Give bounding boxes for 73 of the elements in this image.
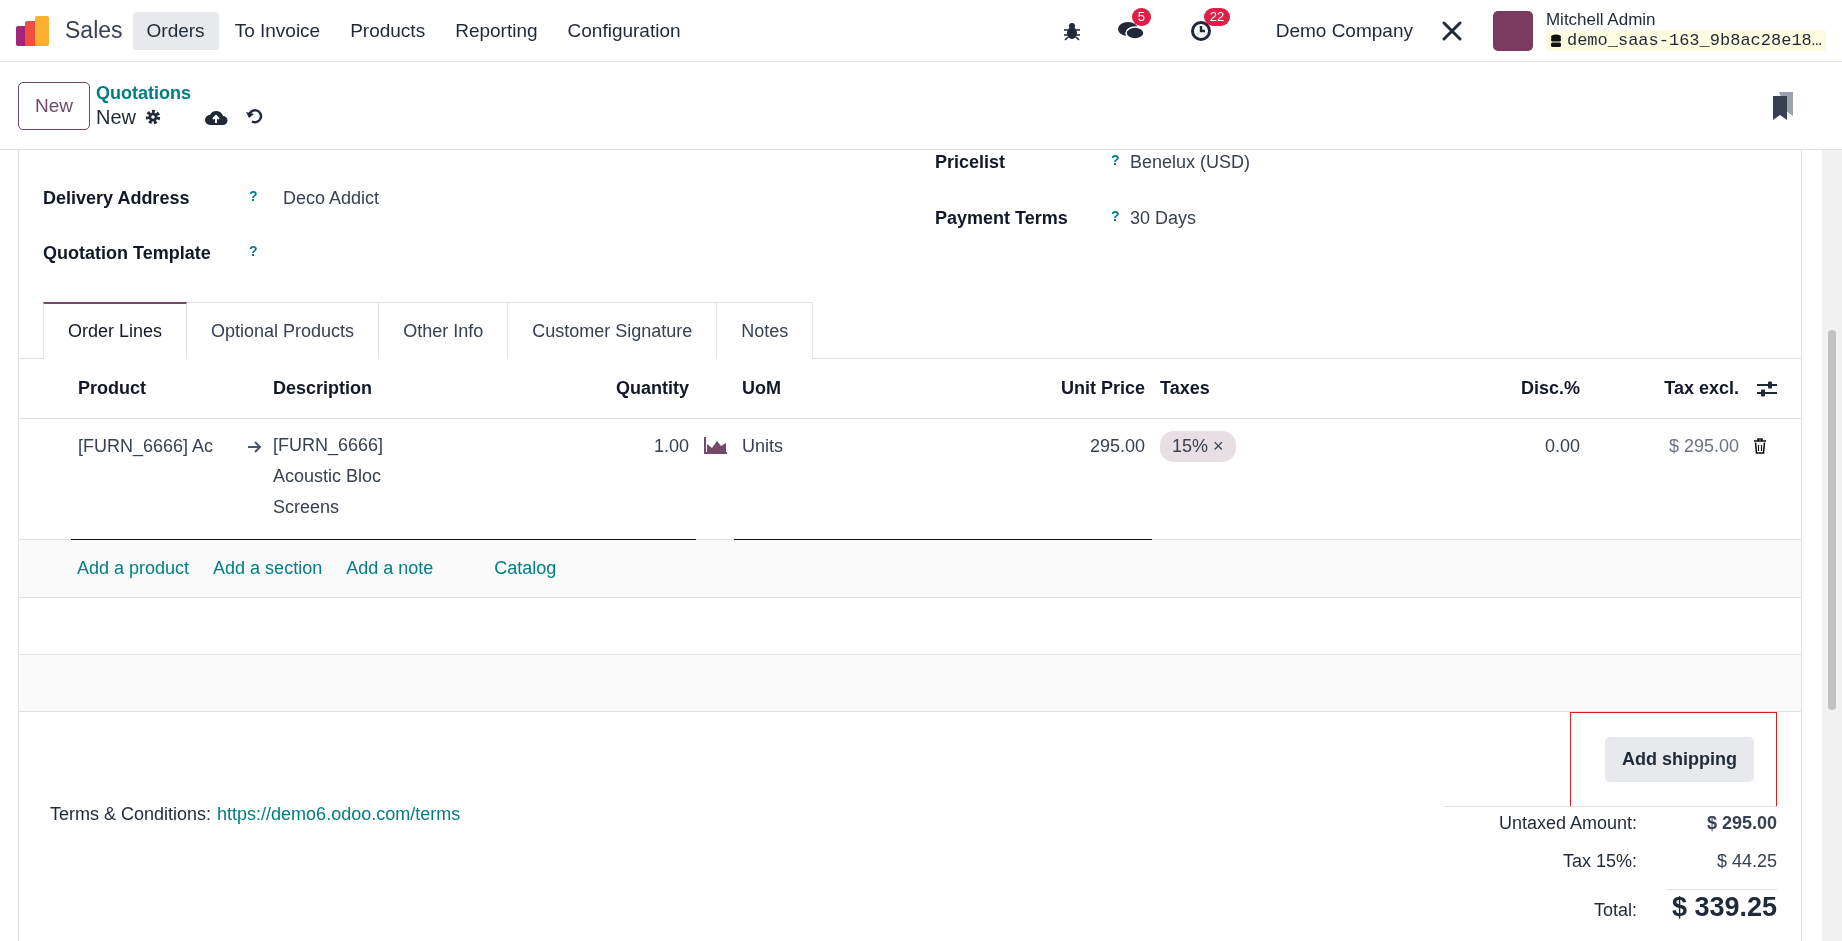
terms-label: Terms & Conditions: — [50, 804, 212, 824]
bug-icon[interactable] — [1061, 20, 1082, 41]
settings-icon[interactable] — [144, 108, 163, 126]
table-cell[interactable]: 1.00 — [523, 436, 689, 457]
field-value[interactable]: Deco Addict — [283, 188, 380, 209]
cloud-upload-icon[interactable] — [204, 108, 229, 126]
table-cell[interactable]: 0.00 — [1425, 436, 1580, 457]
menu-item[interactable]: Reporting — [441, 11, 552, 50]
total-value: $ 339.25 — [1667, 889, 1777, 923]
column-header[interactable]: Tax excl. — [1580, 378, 1739, 399]
column-header[interactable]: Quantity — [523, 378, 689, 399]
table-cell-text: $ 295.00 — [1667, 436, 1739, 457]
database-icon — [1549, 33, 1562, 48]
breadcrumb-link[interactable]: Quotations — [96, 82, 265, 104]
terms-link[interactable]: https://demo6.odoo.com/terms — [217, 804, 461, 824]
user-name[interactable]: Mitchell Admin — [1545, 10, 1826, 30]
chat-icon[interactable] — [1117, 19, 1144, 42]
scrollbar-thumb[interactable] — [1828, 330, 1836, 710]
column-header[interactable]: UoM — [742, 378, 1000, 399]
menu-item[interactable]: Configuration — [553, 11, 695, 50]
tab[interactable]: Optional Products — [187, 302, 380, 359]
tax-tag[interactable]: 15% × — [1160, 431, 1236, 462]
add-line-link[interactable]: Catalog — [494, 558, 557, 579]
field-value[interactable]: Benelux (USD) — [1130, 152, 1251, 173]
total-label: Untaxed Amount: — [1498, 813, 1637, 834]
field-label: Pricelist — [935, 152, 1007, 173]
notification-badge: 22 — [1203, 7, 1231, 26]
bookmark-icon[interactable] — [1772, 91, 1794, 120]
table-cell[interactable]: 295.00 — [1000, 436, 1145, 457]
total-label: Total: — [1594, 900, 1637, 921]
menu-item[interactable]: Products — [336, 11, 440, 50]
field-label: Payment Terms — [935, 208, 1069, 229]
column-header[interactable]: Product — [78, 378, 273, 399]
notification-badge: 5 — [1131, 7, 1151, 26]
add-line-link[interactable]: Add a section — [213, 558, 323, 579]
table-cell[interactable]: [FURN_6666] Acoustic Bloc Screens — [273, 430, 423, 523]
arrow-right-icon[interactable] — [247, 440, 263, 454]
area-chart-icon[interactable] — [704, 436, 728, 454]
help-tooltip[interactable]: ? — [1111, 208, 1130, 224]
database-name: demo_saas-163_9b8ac28e18… — [1545, 30, 1826, 51]
field-label: Quotation Template — [43, 243, 212, 264]
table-cell[interactable]: Units — [742, 436, 1000, 457]
column-header[interactable]: Description — [273, 378, 523, 399]
column-header[interactable]: Taxes — [1160, 378, 1425, 399]
menu-item[interactable]: To Invoice — [220, 11, 335, 50]
add-shipping-button[interactable]: Add shipping — [1605, 737, 1754, 782]
tab[interactable]: Notes — [717, 302, 814, 359]
tab[interactable]: Customer Signature — [508, 302, 718, 359]
total-label: Tax 15%: — [1562, 851, 1637, 872]
help-tooltip[interactable]: ? — [249, 243, 283, 259]
menu-item[interactable]: Orders — [132, 11, 219, 50]
record-name: New — [96, 105, 137, 129]
app-logo-icon[interactable] — [16, 15, 50, 46]
column-header[interactable]: Disc.% — [1425, 378, 1580, 399]
clock-icon[interactable] — [1189, 19, 1212, 42]
app-name[interactable]: Sales — [65, 17, 123, 44]
help-tooltip[interactable]: ? — [249, 188, 283, 204]
tab[interactable]: Order Lines — [43, 302, 188, 359]
column-header[interactable]: Unit Price — [1000, 378, 1145, 399]
trash-icon[interactable] — [1753, 438, 1767, 454]
add-line-link[interactable]: Add a product — [77, 558, 190, 579]
company-switcher[interactable]: Demo Company — [1275, 19, 1413, 42]
field-value[interactable]: 30 Days — [1130, 208, 1197, 229]
table-cell[interactable]: [FURN_6666] Ac — [78, 436, 241, 457]
new-button[interactable]: New — [18, 81, 90, 130]
total-value: $ 295.00 — [1705, 813, 1777, 834]
help-tooltip[interactable]: ? — [1111, 152, 1130, 168]
add-line-link[interactable]: Add a note — [346, 558, 434, 579]
user-avatar[interactable] — [1492, 10, 1533, 51]
total-value: $ 44.25 — [1715, 851, 1777, 872]
sliders-icon[interactable] — [1756, 379, 1778, 398]
field-label: Delivery Address — [43, 188, 191, 209]
tab[interactable]: Other Info — [379, 302, 509, 359]
